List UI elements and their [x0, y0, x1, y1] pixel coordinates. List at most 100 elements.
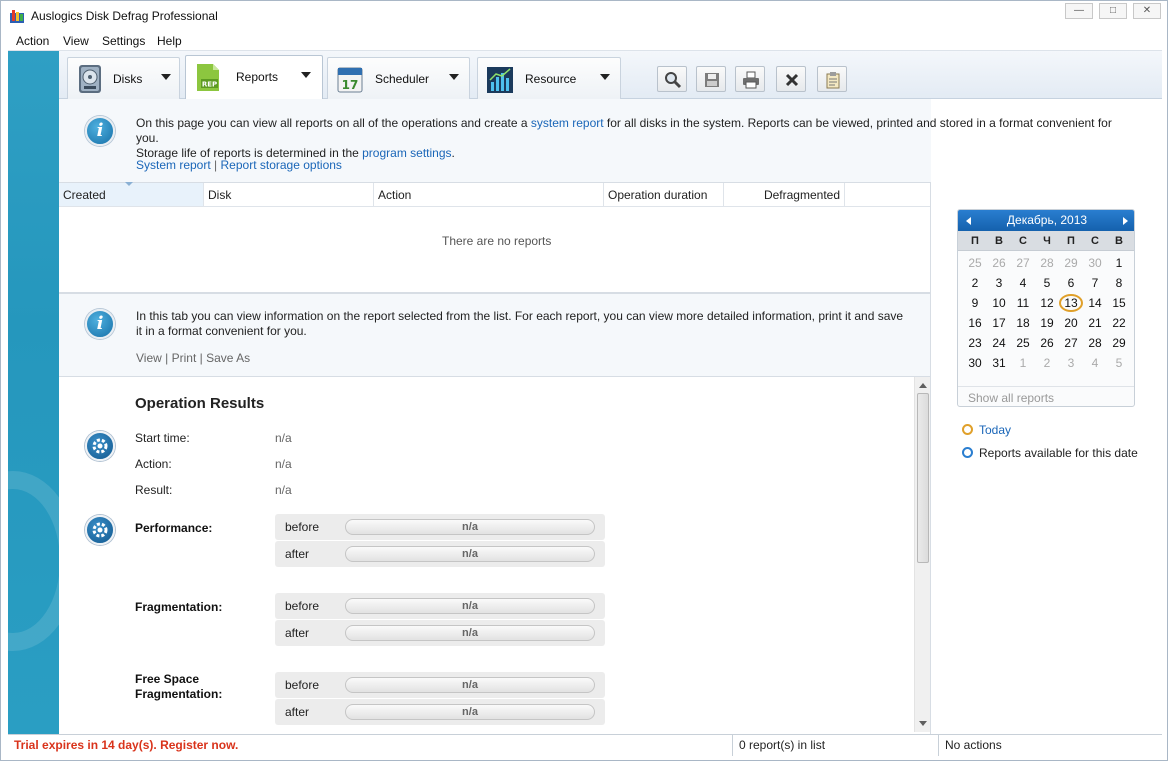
calendar-day[interactable]: 20	[1059, 316, 1083, 330]
column-defragmented[interactable]: Defragmented	[724, 183, 845, 206]
separator: |	[165, 351, 169, 365]
maximize-button[interactable]: □	[1099, 3, 1127, 19]
calendar-day[interactable]: 1	[1107, 256, 1131, 270]
minimize-button[interactable]: —	[1065, 3, 1093, 19]
window-title: Auslogics Disk Defrag Professional	[31, 9, 218, 23]
calendar-month: Декабрь, 2013	[1006, 213, 1088, 227]
calendar-day[interactable]: 28	[1083, 336, 1107, 350]
calendar-day[interactable]: 2	[963, 276, 987, 290]
column-operation-duration[interactable]: Operation duration	[604, 183, 724, 206]
menu-action[interactable]: Action	[16, 34, 49, 48]
reports-list[interactable]: There are no reports	[59, 207, 931, 293]
weekday-label: П	[1067, 235, 1075, 247]
calendar-day[interactable]: 27	[1059, 336, 1083, 350]
legend-reports: Reports available for this date	[962, 446, 1138, 460]
calendar-day[interactable]: 30	[963, 356, 987, 370]
action-value: n/a	[275, 457, 292, 471]
view-action[interactable]: View	[136, 351, 162, 365]
action-label: Action:	[135, 457, 172, 471]
report-icon-text: REP	[202, 81, 217, 89]
calendar-day[interactable]: 5	[1107, 356, 1131, 370]
calendar-day[interactable]: 4	[1011, 276, 1035, 290]
clipboard-icon	[826, 72, 840, 89]
progress-bar: n/a	[345, 677, 595, 693]
save-as-action[interactable]: Save As	[206, 351, 250, 365]
calendar-day[interactable]: 17	[987, 316, 1011, 330]
calendar-day[interactable]: 15	[1107, 296, 1131, 310]
calendar-day[interactable]: 21	[1083, 316, 1107, 330]
chevron-down-icon[interactable]	[449, 74, 459, 80]
calendar-day[interactable]: 13	[1059, 294, 1083, 312]
report-storage-options-action[interactable]: Report storage options	[221, 158, 342, 172]
clipboard-button[interactable]	[817, 66, 847, 92]
calendar-day[interactable]: 12	[1035, 296, 1059, 310]
info-icon: i	[85, 116, 115, 146]
calendar-day[interactable]: 25	[1011, 336, 1035, 350]
close-window-button[interactable]: ✕	[1133, 3, 1161, 19]
calendar-day[interactable]: 2	[1035, 356, 1059, 370]
calendar-day[interactable]: 10	[987, 296, 1011, 310]
tab-disks[interactable]: Disks	[67, 57, 180, 99]
chevron-right-icon[interactable]	[1123, 217, 1128, 225]
system-report-action[interactable]: System report	[136, 158, 211, 172]
calendar-day[interactable]: 27	[1011, 256, 1035, 270]
system-report-link[interactable]: system report	[531, 116, 604, 130]
tab-scheduler[interactable]: 17 Scheduler	[327, 57, 470, 99]
calendar-day[interactable]: 19	[1035, 316, 1059, 330]
calendar-day[interactable]: 26	[987, 256, 1011, 270]
delete-button[interactable]	[776, 66, 806, 92]
calendar-day[interactable]: 4	[1083, 356, 1107, 370]
calendar-day[interactable]: 28	[1035, 256, 1059, 270]
calendar-day[interactable]: 29	[1059, 256, 1083, 270]
calendar-day[interactable]: 31	[987, 356, 1011, 370]
scroll-up-icon[interactable]	[919, 383, 927, 388]
calendar-day[interactable]: 22	[1107, 316, 1131, 330]
calendar-day[interactable]: 23	[963, 336, 987, 350]
progress-bar: n/a	[345, 546, 595, 562]
calendar-day[interactable]: 11	[1011, 296, 1035, 310]
vertical-scrollbar[interactable]	[914, 377, 930, 732]
print-action[interactable]: Print	[172, 351, 197, 365]
calendar-day[interactable]: 1	[1011, 356, 1035, 370]
before-label: before	[285, 520, 320, 534]
calendar-day[interactable]: 3	[1059, 356, 1083, 370]
calendar-day[interactable]: 29	[1107, 336, 1131, 350]
column-action[interactable]: Action	[374, 183, 604, 206]
calendar-day[interactable]: 3	[987, 276, 1011, 290]
calendar-day[interactable]: 25	[963, 256, 987, 270]
after-label: after	[285, 626, 310, 640]
print-button[interactable]	[735, 66, 765, 92]
search-button[interactable]	[657, 66, 687, 92]
column-created[interactable]: Created	[59, 182, 204, 206]
trial-message[interactable]: Trial expires in 14 day(s). Register now…	[14, 738, 238, 752]
chevron-down-icon[interactable]	[301, 72, 311, 78]
chevron-down-icon[interactable]	[600, 74, 610, 80]
menu-help[interactable]: Help	[157, 34, 182, 48]
legend-today-label[interactable]: Today	[979, 423, 1011, 437]
status-bar: Trial expires in 14 day(s). Register now…	[8, 734, 1162, 756]
column-label: Disk	[208, 188, 232, 202]
calendar-day[interactable]: 16	[963, 316, 987, 330]
calendar-day[interactable]: 8	[1107, 276, 1131, 290]
menu-settings[interactable]: Settings	[102, 34, 145, 48]
calendar-day[interactable]: 30	[1083, 256, 1107, 270]
program-settings-link[interactable]: program settings	[362, 146, 451, 160]
calendar-day[interactable]: 24	[987, 336, 1011, 350]
calendar-day[interactable]: 9	[963, 296, 987, 310]
scrollbar-thumb[interactable]	[917, 393, 929, 563]
weekday-label: В	[995, 235, 1003, 247]
calendar-day[interactable]: 7	[1083, 276, 1107, 290]
tab-resource[interactable]: Resource	[477, 57, 621, 99]
calendar-day[interactable]: 5	[1035, 276, 1059, 290]
scroll-down-icon[interactable]	[919, 721, 927, 726]
save-button[interactable]	[696, 66, 726, 92]
tab-reports[interactable]: REP Reports	[185, 55, 323, 100]
calendar-day[interactable]: 14	[1083, 296, 1107, 310]
calendar-day[interactable]: 18	[1011, 316, 1035, 330]
show-all-reports-link[interactable]: Show all reports	[968, 391, 1054, 405]
calendar-day[interactable]: 26	[1035, 336, 1059, 350]
column-disk[interactable]: Disk	[204, 183, 374, 206]
chevron-down-icon[interactable]	[161, 74, 171, 80]
menu-view[interactable]: View	[63, 34, 89, 48]
calendar-day[interactable]: 6	[1059, 276, 1083, 290]
